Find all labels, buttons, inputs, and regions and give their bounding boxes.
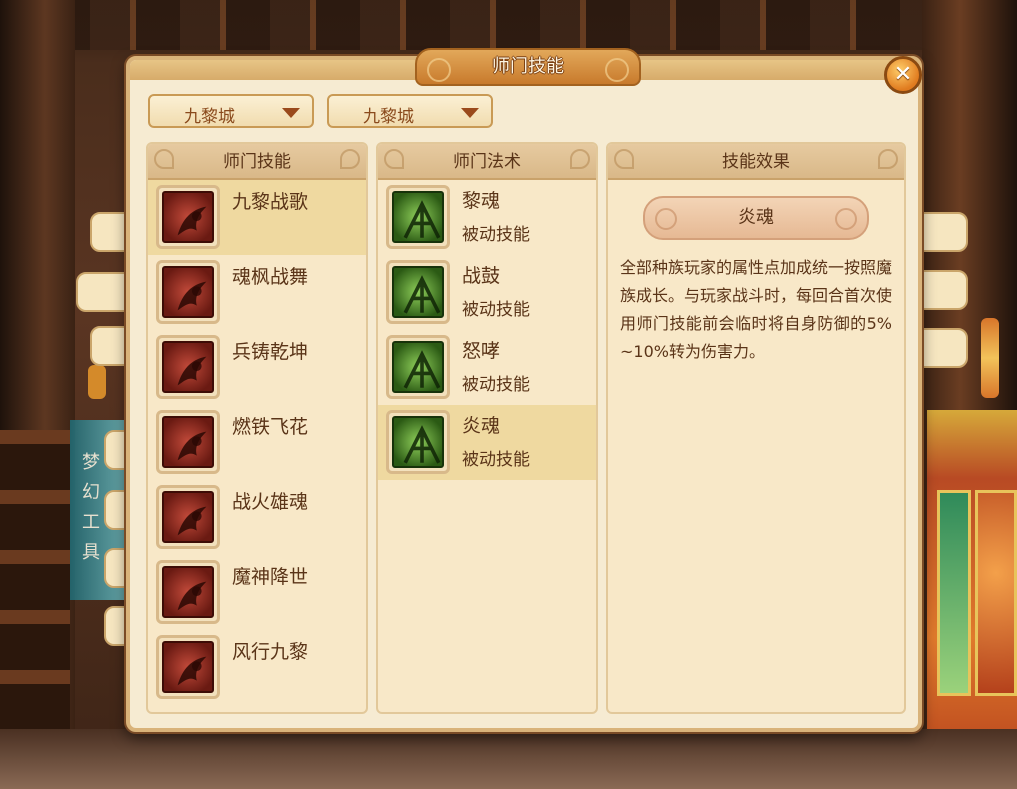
dropdown-label: 九黎城	[363, 107, 414, 127]
spell-row[interactable]: 黎魂 被动技能	[378, 180, 596, 255]
skill-name: 兵铸乾坤	[232, 341, 309, 363]
banner-char: 梦	[82, 452, 100, 473]
side-banner-text: 梦 幻 工 具	[78, 448, 104, 568]
banner-char: 具	[82, 542, 100, 563]
spell-type: 被动技能	[462, 450, 530, 470]
chevron-down-icon	[461, 108, 479, 118]
skill-row[interactable]: 风行九黎	[148, 630, 366, 705]
floor	[0, 729, 1017, 789]
dropdown-label: 九黎城	[184, 107, 235, 127]
roar-icon	[386, 335, 450, 399]
effect-panel: 技能效果 炎魂 全部种族玩家的属性点加成统一按照魔族成长。与玩家战斗时，每回合首…	[606, 142, 906, 714]
wind-icon	[156, 635, 220, 699]
war-fire-icon	[156, 485, 220, 549]
faction-dropdown-left[interactable]: 九黎城	[148, 94, 314, 128]
spell-name: 炎魂	[462, 415, 501, 437]
ceiling-beams	[0, 0, 1017, 50]
left-shelf	[0, 430, 70, 770]
skill-name: 魔神降世	[232, 566, 309, 588]
banner-char: 幻	[82, 482, 100, 503]
warrior-song-icon	[156, 185, 220, 249]
spells-list: 黎魂 被动技能 战鼓 被动技能 怒哮 被动技能 炎魂 被动技能	[378, 180, 596, 480]
spells-panel-header: 师门法术	[378, 144, 596, 180]
skills-panel: 师门技能 九黎战歌魂枫战舞兵铸乾坤燃铁飞花战火雄魂魔神降世风行九黎	[146, 142, 368, 714]
demon-god-icon	[156, 560, 220, 624]
spells-panel: 师门法术 黎魂 被动技能 战鼓 被动技能 怒哮 被动技能 炎魂 被动技能	[376, 142, 598, 714]
spell-name: 战鼓	[462, 265, 501, 287]
chevron-down-icon	[282, 108, 300, 118]
spell-type: 被动技能	[462, 375, 530, 395]
close-button[interactable]: ✕	[884, 56, 922, 94]
skill-row[interactable]: 兵铸乾坤	[148, 330, 366, 405]
skill-name: 风行九黎	[232, 641, 309, 663]
skill-row[interactable]: 魔神降世	[148, 555, 366, 630]
faction-dropdown-right[interactable]: 九黎城	[327, 94, 493, 128]
war-drum-icon	[386, 260, 450, 324]
spell-row[interactable]: 战鼓 被动技能	[378, 255, 596, 330]
spell-name: 黎魂	[462, 190, 501, 212]
dialog-title-plate: 师门技能	[415, 48, 641, 86]
close-icon: ✕	[893, 62, 913, 87]
skill-name: 燃铁飞花	[232, 416, 309, 438]
skill-name: 九黎战歌	[232, 191, 309, 213]
skill-name: 战火雄魂	[232, 491, 309, 513]
skills-dialog: 师门技能 ✕ 九黎城 九黎城 师门技能 九黎战歌魂枫战舞兵铸乾坤燃铁飞花战火雄魂…	[126, 48, 922, 732]
skills-list: 九黎战歌魂枫战舞兵铸乾坤燃铁飞花战火雄魂魔神降世风行九黎	[148, 180, 366, 705]
spell-row[interactable]: 炎魂 被动技能	[378, 405, 596, 480]
skill-name: 魂枫战舞	[232, 266, 309, 288]
banner-char: 工	[82, 512, 100, 533]
spell-name: 怒哮	[462, 340, 501, 362]
effect-description: 全部种族玩家的属性点加成统一按照魔族成长。与玩家战斗时，每回合首次使用师门技能前…	[620, 258, 893, 361]
effect-panel-header: 技能效果	[608, 144, 904, 180]
flame-soul-icon	[386, 410, 450, 474]
effect-skill-name: 炎魂	[643, 196, 869, 240]
spell-row[interactable]: 怒哮 被动技能	[378, 330, 596, 405]
spell-type: 被动技能	[462, 225, 530, 245]
skill-row[interactable]: 九黎战歌	[148, 180, 366, 255]
burning-iron-icon	[156, 410, 220, 474]
spirit-dance-icon	[156, 260, 220, 324]
lantern-icon	[981, 318, 999, 398]
skill-row[interactable]: 燃铁飞花	[148, 405, 366, 480]
skill-row[interactable]: 战火雄魂	[148, 480, 366, 555]
li-soul-icon	[386, 185, 450, 249]
forge-icon	[156, 335, 220, 399]
lantern-icon	[88, 365, 106, 399]
skill-row[interactable]: 魂枫战舞	[148, 255, 366, 330]
dialog-title: 师门技能	[492, 56, 564, 77]
skills-panel-header: 师门技能	[148, 144, 366, 180]
spell-type: 被动技能	[462, 300, 530, 320]
